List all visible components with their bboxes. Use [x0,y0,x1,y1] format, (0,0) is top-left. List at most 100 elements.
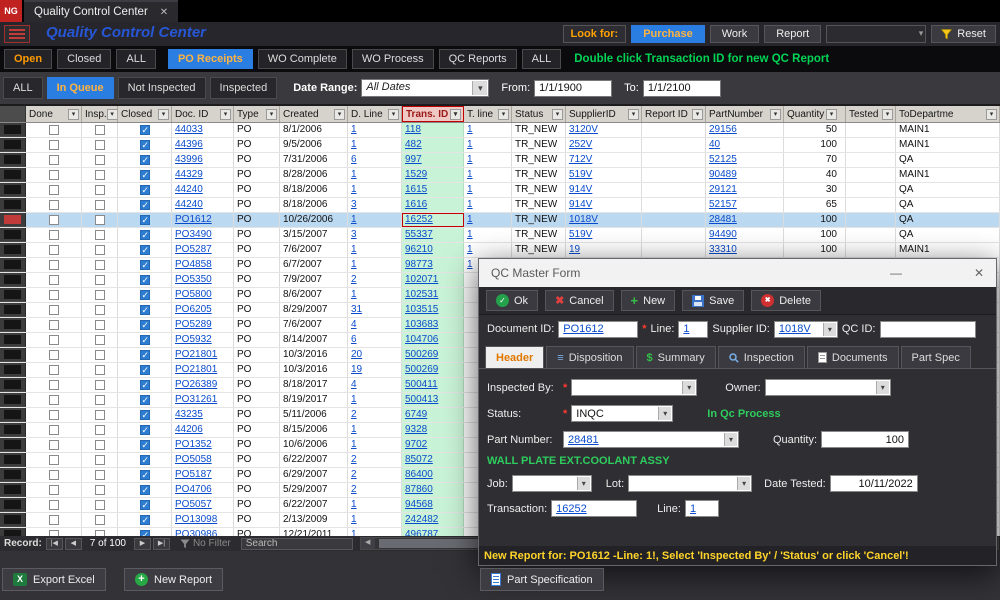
cell-doc-id[interactable]: 44206 [172,423,234,437]
row-indicator[interactable] [0,303,26,317]
cell-doc-id[interactable]: 44329 [172,168,234,182]
cell-partnumber[interactable]: 40 [706,138,784,152]
report-button[interactable]: Report [764,25,821,43]
look-for-dropdown[interactable] [826,25,926,43]
cell-doc-id[interactable]: PO5800 [172,288,234,302]
column-header-doc-id[interactable]: Doc. ID▾ [172,106,234,122]
closed-checkbox[interactable] [140,455,150,465]
filter-arrow-icon[interactable]: ▾ [986,109,997,120]
done-checkbox[interactable] [49,305,59,315]
lot-dropdown[interactable] [628,475,752,492]
done-checkbox[interactable] [49,260,59,270]
table-row[interactable]: 44240PO8/18/2006316161TR_NEW914V5215765Q… [0,198,1000,213]
save-button[interactable]: Save [682,290,744,311]
status-dropdown[interactable]: INQC [571,405,673,422]
done-checkbox[interactable] [49,185,59,195]
cell-supplierid[interactable]: 1018V [566,213,642,227]
cell-doc-id[interactable]: PO26389 [172,378,234,392]
cell-doc-id[interactable]: 44240 [172,198,234,212]
owner-dropdown[interactable] [765,379,891,396]
row-indicator[interactable] [0,378,26,392]
row-indicator[interactable] [0,288,26,302]
filter-arrow-icon[interactable]: ▾ [107,109,118,120]
cell-doc-id[interactable]: PO1612 [172,213,234,227]
part-specification-button[interactable]: Part Specification [480,568,604,591]
table-row[interactable]: PO1612PO10/26/20061162521TR_NEW1018V2848… [0,213,1000,228]
cell-trans-id[interactable]: 55337 [402,228,464,242]
cell-partnumber[interactable]: 33310 [706,243,784,257]
row-indicator[interactable] [0,348,26,362]
table-row[interactable]: 43996PO7/31/200669971TR_NEW712V5212570QA [0,153,1000,168]
reset-button[interactable]: Reset [931,25,996,43]
cell-trans-id[interactable]: 500269 [402,363,464,377]
done-checkbox[interactable] [49,275,59,285]
row-indicator[interactable] [0,393,26,407]
row-indicator[interactable] [0,213,26,227]
cell-trans-id[interactable]: 104706 [402,333,464,347]
closed-checkbox[interactable] [140,470,150,480]
insp-checkbox[interactable] [95,395,105,405]
done-checkbox[interactable] [49,170,59,180]
cell-d-line[interactable]: 3 [348,228,402,242]
insp-checkbox[interactable] [95,515,105,525]
cell-d-line[interactable]: 1 [348,183,402,197]
cell-trans-id[interactable]: 500411 [402,378,464,392]
table-row[interactable]: PO5287PO7/6/20071962101TR_NEW1933310100M… [0,243,1000,258]
cell-trans-id[interactable]: 103515 [402,303,464,317]
cell-trans-id[interactable]: 1615 [402,183,464,197]
cell-trans-id[interactable]: 6749 [402,408,464,422]
closed-checkbox[interactable] [140,200,150,210]
cell-supplierid[interactable]: 3120V [566,123,642,137]
done-checkbox[interactable] [49,455,59,465]
closed-checkbox[interactable] [140,500,150,510]
all-filter-button[interactable]: ALL [116,49,156,69]
cell-d-line[interactable]: 2 [348,468,402,482]
cell-partnumber[interactable]: 28481 [706,213,784,227]
done-checkbox[interactable] [49,290,59,300]
cell-t-line[interactable]: 1 [464,138,512,152]
menu-icon[interactable] [4,25,30,43]
filter-arrow-icon[interactable]: ▾ [266,109,277,120]
tab-header[interactable]: Header [485,346,544,368]
insp-checkbox[interactable] [95,470,105,480]
closed-checkbox[interactable] [140,365,150,375]
insp-checkbox[interactable] [95,320,105,330]
row-indicator[interactable] [0,198,26,212]
part-number-dropdown[interactable]: 28481 [563,431,739,448]
closed-checkbox[interactable] [140,410,150,420]
done-checkbox[interactable] [49,230,59,240]
cell-doc-id[interactable]: 44396 [172,138,234,152]
cell-doc-id[interactable]: PO13098 [172,513,234,527]
row-indicator[interactable] [0,513,26,527]
column-header-quantity[interactable]: Quantity▾ [784,106,846,122]
open-filter-button[interactable]: Open [4,49,52,69]
row-indicator[interactable] [0,438,26,452]
done-checkbox[interactable] [49,215,59,225]
table-row[interactable]: PO3490PO3/15/20073553371TR_NEW519V944901… [0,228,1000,243]
cell-partnumber[interactable]: 94490 [706,228,784,242]
column-header-report-id[interactable]: Report ID▾ [642,106,706,122]
insp-checkbox[interactable] [95,230,105,240]
insp-checkbox[interactable] [95,185,105,195]
cell-doc-id[interactable]: 44033 [172,123,234,137]
cell-trans-id[interactable]: 482 [402,138,464,152]
filter-arrow-icon[interactable]: ▾ [628,109,639,120]
qc-id-field[interactable] [880,321,976,338]
column-header-insp[interactable]: Insp.▾ [82,106,118,122]
cell-trans-id[interactable]: 242482 [402,513,464,527]
filter-arrow-icon[interactable]: ▾ [68,109,79,120]
cell-t-line[interactable]: 1 [464,123,512,137]
filter-arrow-icon[interactable]: ▾ [498,109,509,120]
closed-checkbox[interactable] [140,515,150,525]
cell-d-line[interactable]: 1 [348,138,402,152]
row-indicator[interactable] [0,483,26,497]
filter-arrow-icon[interactable]: ▾ [770,109,781,120]
done-checkbox[interactable] [49,515,59,525]
new-report-button[interactable]: + New Report [124,568,223,591]
insp-checkbox[interactable] [95,200,105,210]
closed-checkbox[interactable] [140,335,150,345]
next-record-button[interactable]: ▶ [134,538,151,550]
last-record-button[interactable]: ▶| [153,538,170,550]
not-inspected-button[interactable]: Not Inspected [118,77,206,99]
cell-trans-id[interactable]: 98773 [402,258,464,272]
